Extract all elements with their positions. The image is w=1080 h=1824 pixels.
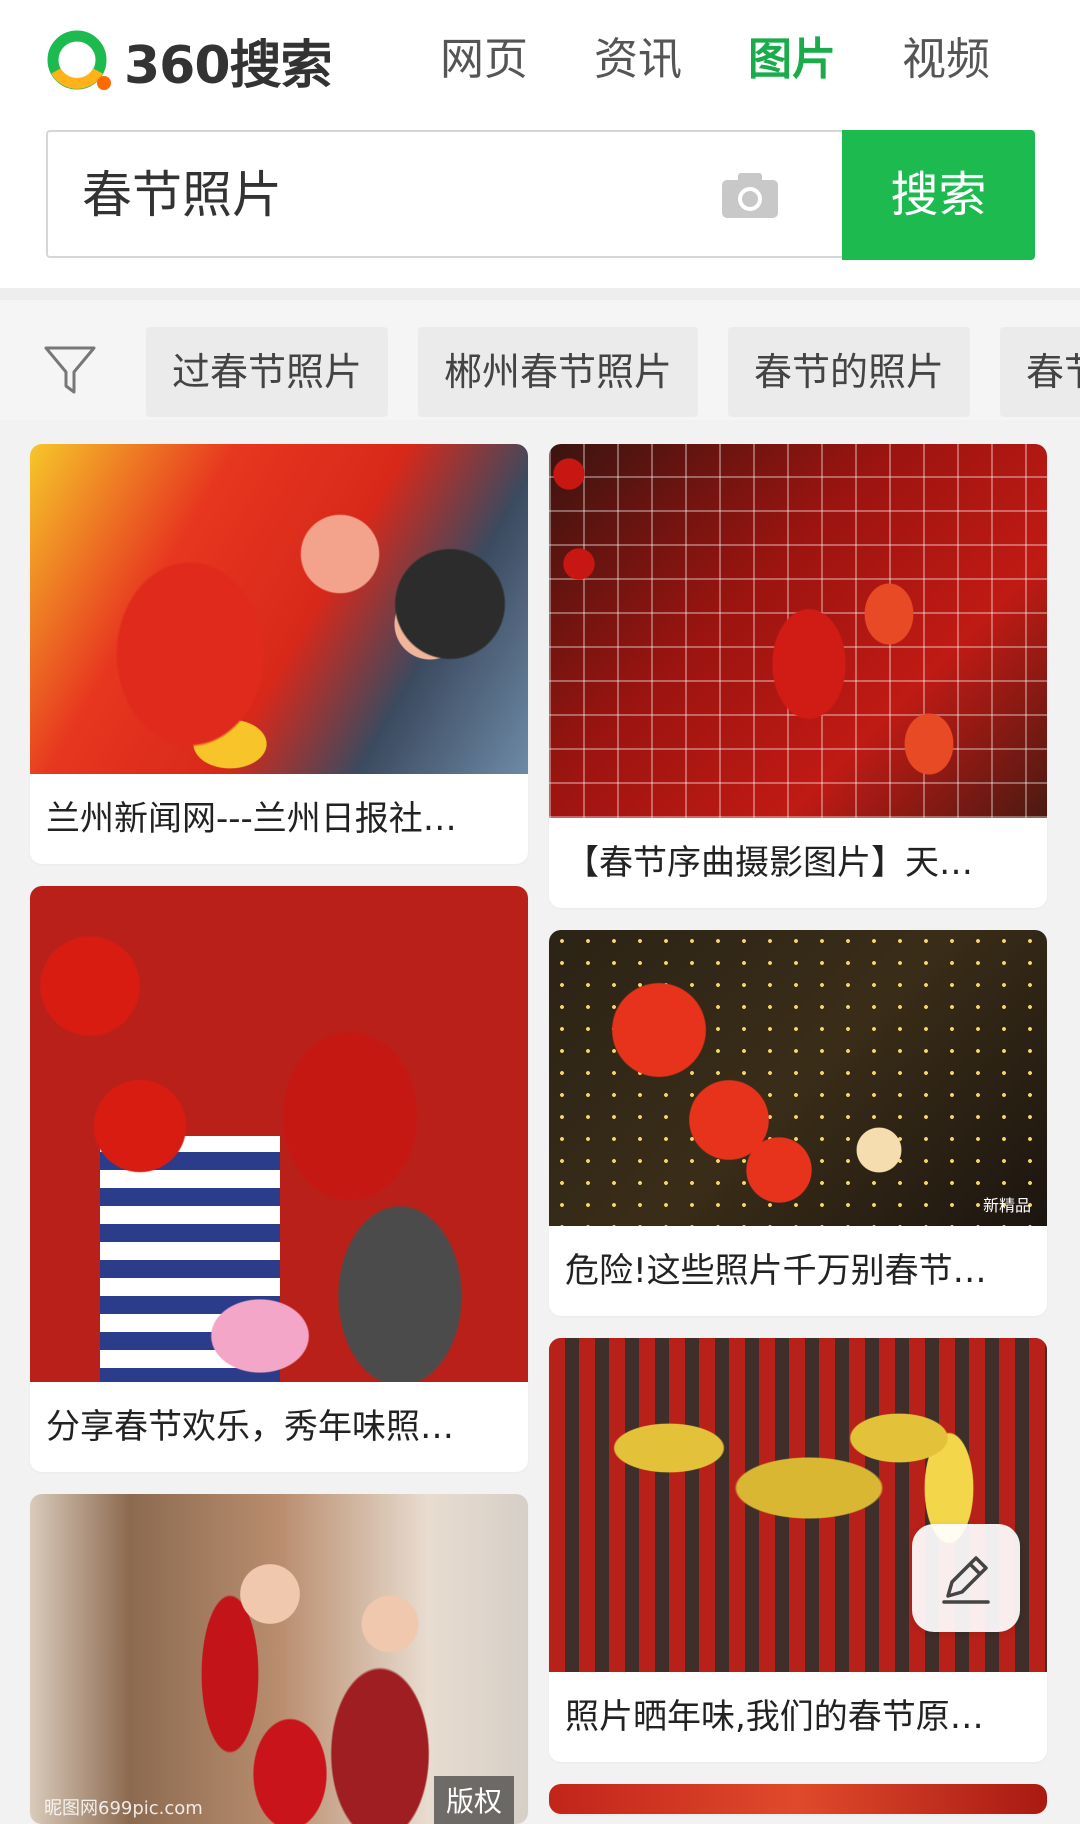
result-image[interactable]: 新精品 [549,930,1047,1226]
related-chip[interactable]: 郴州春节照片 [418,327,699,417]
result-image[interactable] [30,886,528,1382]
tab-images[interactable]: 图片 [748,24,836,96]
result-image[interactable] [549,1784,1047,1814]
logo[interactable]: 360搜索 [44,24,333,96]
watermark-text: 昵图网699pic.com [44,1798,203,1819]
image-result-card[interactable]: 分享春节欢乐，秀年味照… [30,886,528,1472]
result-image[interactable] [30,444,528,774]
tab-video[interactable]: 视频 [902,24,990,96]
tab-news[interactable]: 资讯 [594,24,682,96]
tab-web[interactable]: 网页 [440,24,528,96]
result-caption[interactable]: 危险!这些照片千万别春节… [565,1226,1031,1316]
result-caption[interactable]: 照片晒年味,我们的春节原… [565,1672,1031,1762]
image-result-card[interactable]: 【春节序曲摄影图片】天… [549,444,1047,908]
related-chip[interactable]: 春节的照片 [728,327,971,417]
watermark-text: 新精品 [982,1196,1031,1215]
divider [0,288,1080,300]
header: 360搜索 网页 资讯 图片 视频 春节照片 搜索 [0,0,1080,288]
nav-tabs: 网页 资讯 图片 视频 [440,24,990,96]
logo-mark-icon [47,30,111,90]
related-searches-bar: 过春节照片 郴州春节照片 春节的照片 春节 [0,300,1080,420]
related-chips: 过春节照片 郴州春节照片 春节的照片 春节 [146,327,1080,417]
edit-icon [942,1556,990,1604]
camera-icon[interactable] [720,170,780,220]
copyright-badge: 版权 [433,1776,514,1824]
result-caption[interactable]: 【春节序曲摄影图片】天… [565,818,1031,908]
result-caption[interactable]: 分享春节欢乐，秀年味照… [46,1382,512,1472]
filter-icon[interactable] [42,342,98,398]
search-query-text: 春节照片 [82,166,282,224]
image-result-card[interactable]: 新精品 危险!这些照片千万别春节… [549,930,1047,1316]
result-image[interactable] [549,444,1047,818]
image-result-card[interactable]: 昵图网699pic.com 版权 [30,1494,528,1824]
related-chip[interactable]: 春节 [1000,327,1080,417]
result-caption[interactable]: 兰州新闻网---兰州日报社… [46,774,512,864]
search-button[interactable]: 搜索 [842,130,1035,260]
related-chip[interactable]: 过春节照片 [146,327,389,417]
image-result-card[interactable] [549,1784,1047,1814]
logo-text: 360搜索 [124,35,333,96]
search-input[interactable]: 春节照片 [46,130,842,258]
result-image[interactable]: 昵图网699pic.com 版权 [30,1494,528,1824]
image-result-card[interactable]: 兰州新闻网---兰州日报社… [30,444,528,864]
edit-button[interactable] [912,1524,1020,1632]
